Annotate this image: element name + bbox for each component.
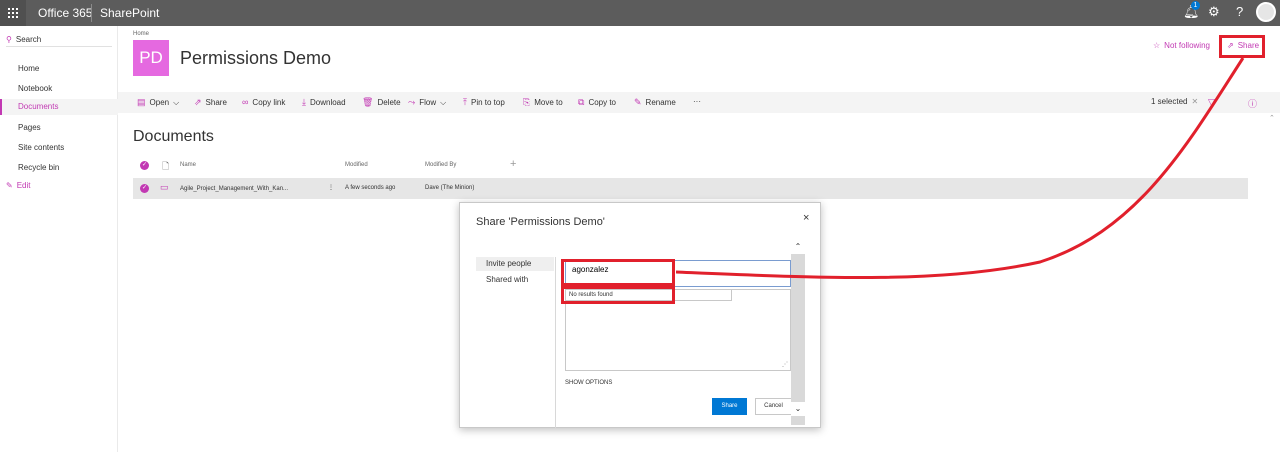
annotation-arrow (675, 57, 1245, 280)
